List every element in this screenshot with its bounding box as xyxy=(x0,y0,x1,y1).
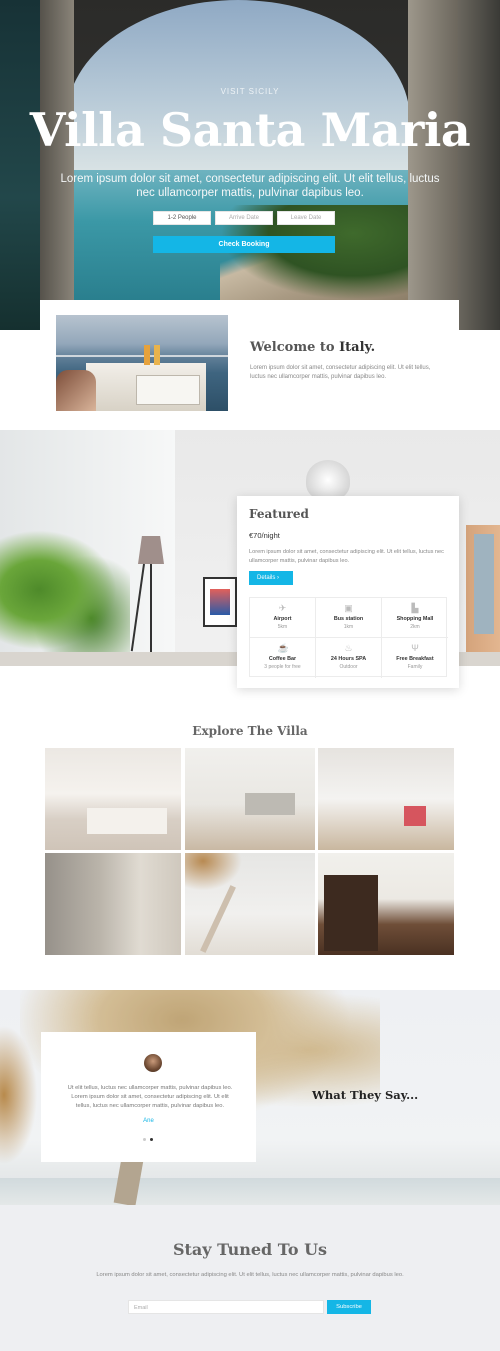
newspaper xyxy=(136,375,200,405)
amenity-sub: 1km xyxy=(343,624,354,630)
amenity-title: 24 Hours SPA xyxy=(330,656,367,662)
chevron-right-icon: › xyxy=(277,575,280,581)
amenity-free-breakfast: Ψ Free Breakfast Family xyxy=(382,638,448,678)
amenity-title: Shopping Mall xyxy=(396,616,434,622)
leave-date-input[interactable]: Leave Date xyxy=(277,211,335,225)
email-field[interactable]: Email xyxy=(128,1300,324,1314)
palm-leaves xyxy=(0,1020,40,1170)
welcome-title-bold: Italy. xyxy=(339,340,376,355)
featured-card: Featured €70/night Lorem ipsum dolor sit… xyxy=(237,496,459,688)
amenity-sub: Family xyxy=(407,664,423,670)
welcome-image xyxy=(56,315,228,411)
chandelier xyxy=(306,460,350,500)
gallery-image-kitchen[interactable] xyxy=(318,748,454,850)
featured-text: Lorem ipsum dolor sit amet, consectetur … xyxy=(249,549,444,564)
testimonial-heading: What They Say... xyxy=(312,1088,419,1102)
gallery-image-bedroom[interactable] xyxy=(45,748,181,850)
amenity-sub: 5km xyxy=(277,624,288,630)
balcony-rail xyxy=(56,355,228,357)
amenity-coffee-bar: ☕ Coffee Bar 3 people for free xyxy=(250,638,316,678)
arrive-date-input[interactable]: Arrive Date xyxy=(215,211,273,225)
gallery-image-living-room[interactable] xyxy=(185,748,315,850)
gallery-image-study[interactable] xyxy=(318,853,454,955)
coffee-icon: ☕ xyxy=(277,643,289,653)
newsletter-text: Lorem ipsum dolor sit amet, consectetur … xyxy=(96,1272,404,1278)
hero-subtitle: Lorem ipsum dolor sit amet, consectetur … xyxy=(60,173,440,199)
booking-form: 1-2 People Arrive Date Leave Date Check … xyxy=(153,211,335,253)
amenity-title: Bus station xyxy=(333,616,364,622)
amenity-title: Coffee Bar xyxy=(268,656,297,662)
testimonial-text: Ut elit tellus, luctus nec ullamcorper m… xyxy=(67,1085,233,1109)
carousel-dot[interactable] xyxy=(143,1138,146,1141)
hero-kicker: VISIT SICILY xyxy=(220,87,280,96)
wall-art xyxy=(203,577,237,627)
hero-title: Villa Santa Maria xyxy=(29,103,471,157)
explore-title: Explore The Villa xyxy=(192,724,308,738)
carousel-dots xyxy=(143,1138,155,1142)
amenity-shopping-mall: ▙ Shopping Mall 2km xyxy=(382,598,448,638)
subscribe-button[interactable]: Subscribe xyxy=(327,1300,371,1314)
welcome-title-prefix: Welcome to xyxy=(250,340,340,355)
beach-horizon xyxy=(0,1178,500,1205)
amenities-grid: ✈ Airport 5km ▣ Bus station 1km ▙ Shoppi… xyxy=(249,597,448,678)
gallery-image-sunroom[interactable] xyxy=(45,853,181,955)
amenity-sub: 2km xyxy=(410,624,420,630)
check-booking-button[interactable]: Check Booking xyxy=(153,236,335,253)
details-button-label: Details xyxy=(257,575,276,581)
bus-icon: ▣ xyxy=(344,603,353,613)
plant xyxy=(0,520,130,660)
amenity-title: Free Breakfast xyxy=(396,656,434,662)
amenity-spa: ♨ 24 Hours SPA Outdoor xyxy=(316,638,382,678)
bath-icon: ♨ xyxy=(344,643,353,653)
newsletter-section xyxy=(0,1205,500,1351)
juice-glass xyxy=(154,345,160,365)
floor-lamp-leg xyxy=(150,564,152,652)
featured-title: Featured xyxy=(249,507,309,521)
store-icon: ▙ xyxy=(411,603,419,613)
people-select[interactable]: 1-2 People xyxy=(153,211,211,225)
newsletter-title: Stay Tuned To Us xyxy=(172,1240,328,1259)
utensils-icon: Ψ xyxy=(411,643,419,653)
avatar xyxy=(144,1054,162,1072)
testimonial-card: Ut elit tellus, luctus nec ullamcorper m… xyxy=(41,1032,256,1162)
hero-content: VISIT SICILY Villa Santa Maria Lorem ips… xyxy=(0,0,500,330)
plane-icon: ✈ xyxy=(278,603,287,613)
amenity-airport: ✈ Airport 5km xyxy=(250,598,316,638)
details-button[interactable]: Details › xyxy=(249,571,293,585)
juice-glass xyxy=(144,345,150,365)
amenity-sub: Outdoor xyxy=(339,664,358,670)
amenity-bus-station: ▣ Bus station 1km xyxy=(316,598,382,638)
floor-lamp xyxy=(138,536,164,564)
room-door-glass xyxy=(474,534,494,634)
carousel-dot-active[interactable] xyxy=(150,1138,153,1141)
amenity-sub: 3 people for free xyxy=(264,664,301,670)
featured-price: €70/night xyxy=(249,531,280,540)
person xyxy=(56,370,96,411)
welcome-text: Lorem ipsum dolor sit amet, consectetur … xyxy=(250,365,431,380)
welcome-title: Welcome to Italy. xyxy=(250,340,375,355)
amenity-title: Airport xyxy=(273,616,292,622)
gallery-image-beach-swing[interactable] xyxy=(185,853,315,955)
testimonial-author[interactable]: Ane xyxy=(41,1118,256,1124)
